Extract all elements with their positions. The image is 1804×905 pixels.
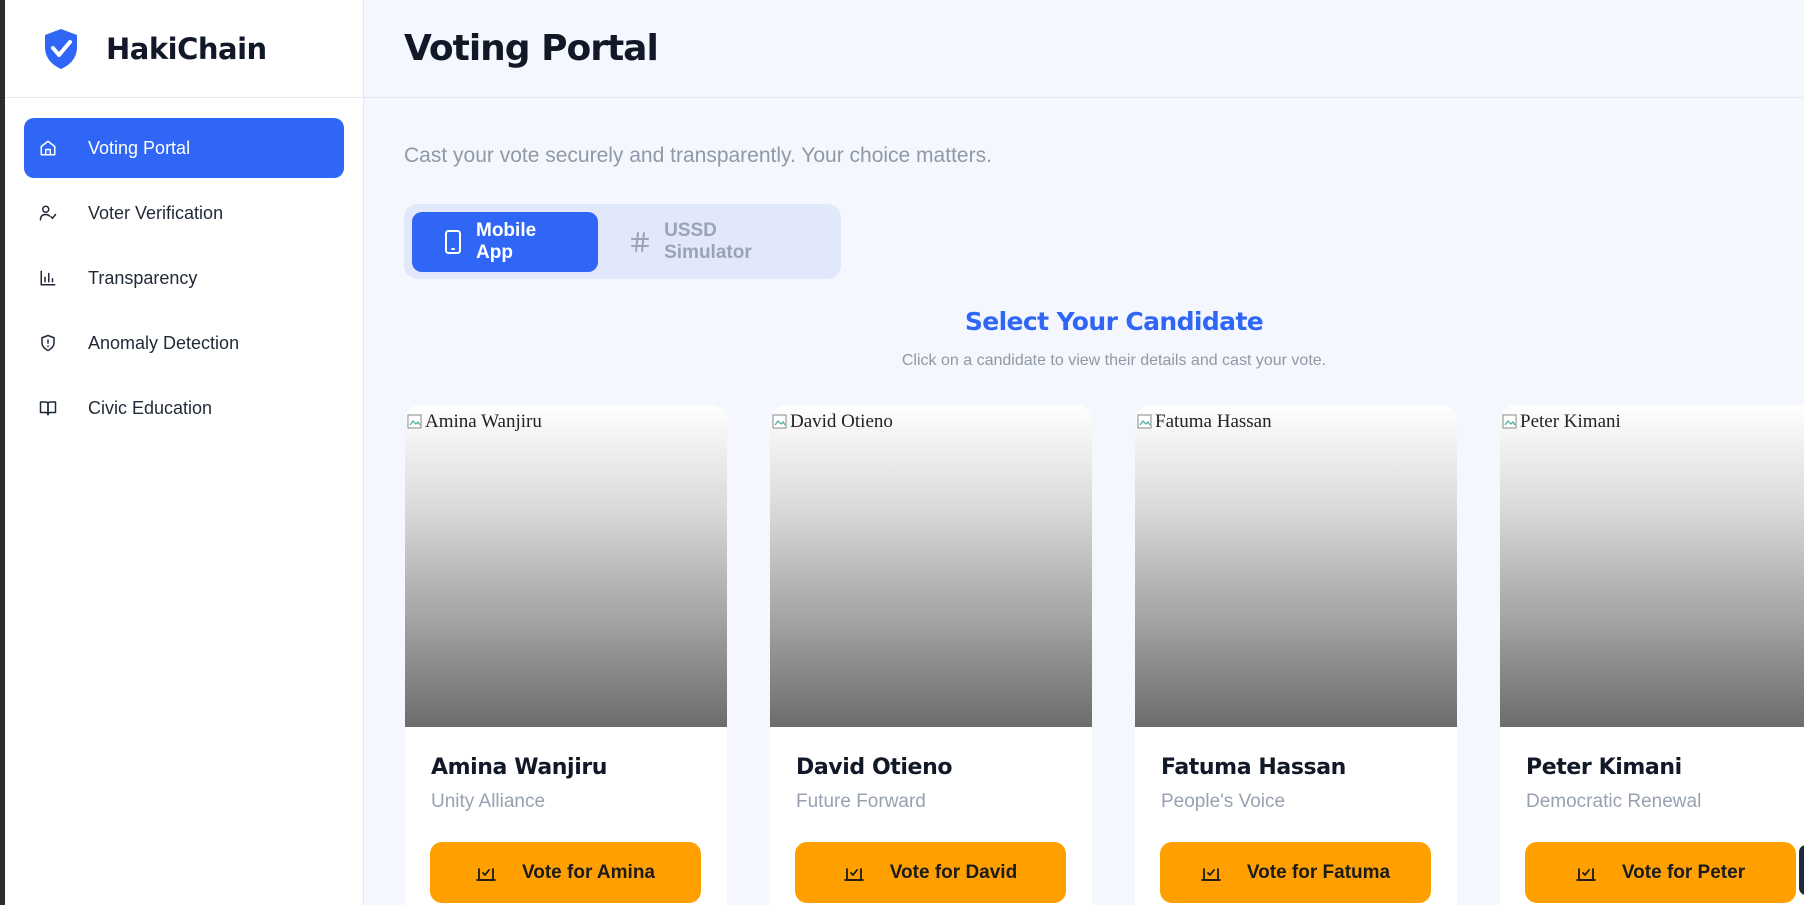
app-name: HakiChain [106, 31, 267, 66]
page-title: Voting Portal [404, 28, 659, 69]
vote-button[interactable]: Vote for David [795, 842, 1066, 903]
sidebar-item-label: Voting Portal [88, 137, 191, 158]
book-open-icon [38, 398, 58, 418]
sidebar: HakiChain Voting Portal Voter Verificati… [5, 0, 364, 905]
main-content: Voting Portal Cast your vote securely an… [364, 0, 1804, 905]
vote-button-label: Vote for Amina [521, 861, 655, 883]
section-title: Select Your Candidate [964, 307, 1264, 336]
sidebar-item-label: Civic Education [88, 397, 213, 418]
vote-button[interactable]: Vote for Amina [430, 842, 701, 903]
candidate-card[interactable]: Amina Wanjiru Amina Wanjiru Unity Allian… [405, 405, 727, 905]
sidebar-nav: Voting Portal Voter Verification Transpa… [5, 98, 363, 438]
section-subtitle: Click on a candidate to view their detai… [901, 352, 1327, 369]
window-edge [0, 0, 5, 905]
home-icon [38, 138, 58, 158]
voting-mode-toggle: Mobile App USSD Simulator [404, 204, 841, 279]
vote-box-icon [843, 863, 864, 883]
candidate-party: Democratic Renewal [1526, 791, 1702, 812]
candidate-name: Peter Kimani [1526, 755, 1682, 780]
top-bar: Voting Portal [364, 0, 1804, 98]
smartphone-icon [444, 229, 462, 254]
tab-mobile-app[interactable]: Mobile App [412, 211, 599, 272]
candidate-card[interactable]: Fatuma Hassan Fatuma Hassan People's Voi… [1135, 405, 1457, 905]
candidate-photo: Amina Wanjiru [405, 405, 727, 727]
sidebar-item-transparency[interactable]: Transparency [24, 248, 344, 308]
vote-button-label: Vote for Fatuma [1246, 861, 1391, 883]
candidate-party: Future Forward [796, 791, 926, 812]
vote-button[interactable]: Vote for Peter [1525, 842, 1796, 903]
shield-alert-icon [38, 333, 58, 353]
broken-image-icon [1137, 414, 1152, 429]
sidebar-item-label: Voter Verification [88, 202, 224, 223]
candidate-name: David Otieno [796, 755, 953, 780]
hash-icon [630, 231, 650, 253]
candidate-party: Unity Alliance [431, 791, 546, 812]
photo-alt-text: David Otieno [790, 411, 893, 432]
candidate-list: Amina Wanjiru Amina Wanjiru Unity Allian… [405, 405, 1804, 905]
candidate-card[interactable]: David Otieno David Otieno Future Forward… [770, 405, 1092, 905]
brand[interactable]: HakiChain [5, 0, 363, 98]
sidebar-item-voter-verification[interactable]: Voter Verification [24, 183, 344, 243]
vote-button[interactable]: Vote for Fatuma [1160, 842, 1431, 903]
shield-check-icon [38, 24, 84, 74]
vote-box-icon [1576, 863, 1596, 883]
candidate-party: People's Voice [1161, 791, 1286, 812]
sidebar-item-label: Anomaly Detection [88, 332, 240, 353]
floating-action-handle[interactable] [1796, 842, 1804, 898]
candidate-photo: Fatuma Hassan [1135, 405, 1457, 727]
photo-alt-text: Amina Wanjiru [425, 411, 542, 432]
sidebar-item-anomaly-detection[interactable]: Anomaly Detection [24, 313, 344, 373]
sidebar-item-civic-education[interactable]: Civic Education [24, 378, 344, 438]
broken-image-icon [772, 414, 787, 429]
broken-image-icon [407, 414, 422, 429]
photo-alt-text: Peter Kimani [1520, 411, 1621, 432]
tab-ussd-simulator[interactable]: USSD Simulator [598, 212, 833, 272]
vote-box-icon [476, 863, 496, 883]
candidate-photo: David Otieno [770, 405, 1092, 727]
candidate-name: Fatuma Hassan [1161, 755, 1346, 780]
tab-label: USSD Simulator [664, 219, 752, 263]
candidate-card[interactable]: Peter Kimani Peter Kimani Democratic Ren… [1500, 405, 1804, 905]
candidate-photo: Peter Kimani [1500, 405, 1804, 727]
page-subtitle: Cast your vote securely and transparentl… [404, 144, 992, 167]
photo-alt-text: Fatuma Hassan [1155, 411, 1272, 432]
vote-box-icon [1200, 863, 1221, 883]
sidebar-item-label: Transparency [88, 267, 198, 288]
tab-label: Mobile App [476, 219, 537, 263]
broken-image-icon [1502, 414, 1517, 429]
bar-chart-icon [38, 268, 58, 288]
user-check-icon [38, 203, 58, 223]
candidate-name: Amina Wanjiru [431, 755, 608, 780]
vote-button-label: Vote for Peter [1621, 861, 1746, 883]
vote-button-label: Vote for David [889, 861, 1018, 883]
sidebar-item-voting-portal[interactable]: Voting Portal [24, 118, 344, 178]
